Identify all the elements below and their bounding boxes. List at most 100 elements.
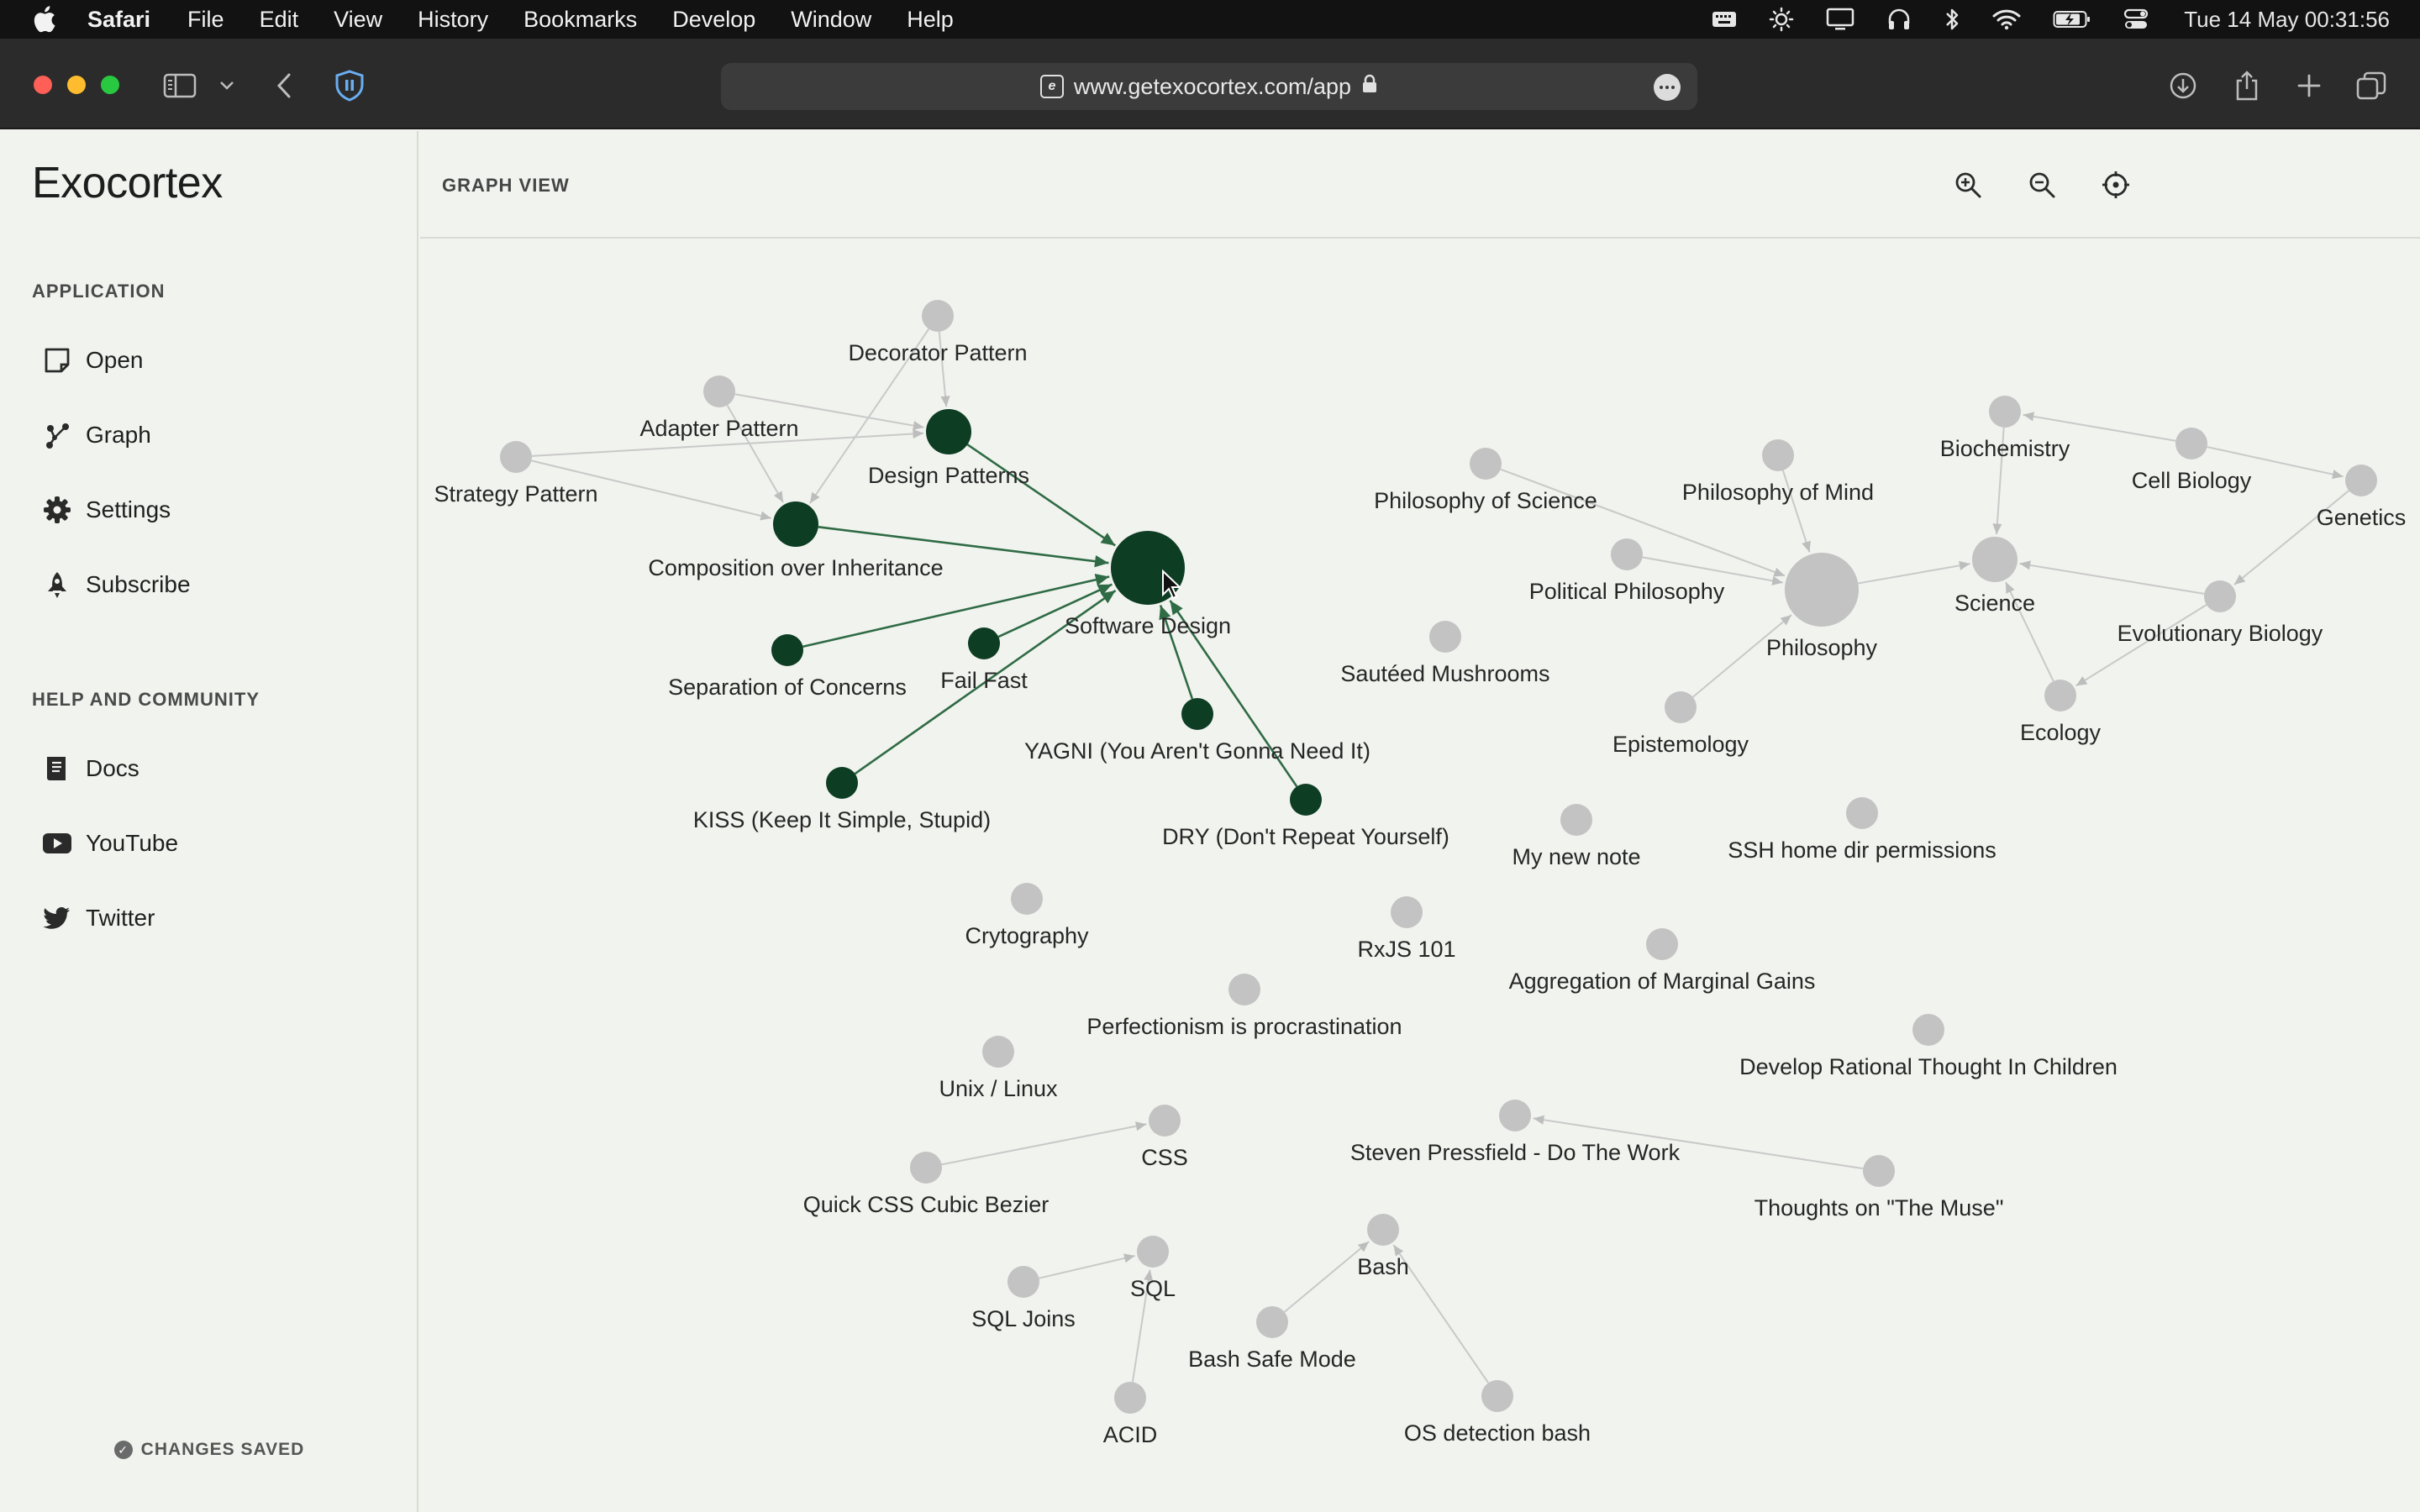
menu-file[interactable]: File [187, 7, 224, 33]
graph-node-circle[interactable] [2345, 465, 2377, 496]
graph-node-circle[interactable] [773, 501, 818, 547]
graph-node-label[interactable]: YAGNI (You Aren't Gonna Need It) [1024, 738, 1370, 764]
graph-node-label[interactable]: Crytography [965, 923, 1089, 948]
graph-node-label[interactable]: Quick CSS Cubic Bezier [803, 1192, 1050, 1217]
graph-node-composition[interactable]: Composition over Inheritance [648, 501, 944, 580]
menu-app-safari[interactable]: Safari [87, 7, 150, 33]
graph-node-quick-css[interactable]: Quick CSS Cubic Bezier [803, 1152, 1050, 1217]
graph-node-ecology[interactable]: Ecology [2020, 680, 2102, 745]
graph-node-label[interactable]: Aggregation of Marginal Gains [1509, 969, 1816, 994]
graph-node-circle[interactable] [1470, 448, 1502, 480]
graph-node-circle[interactable] [982, 1036, 1014, 1068]
graph-node-label[interactable]: Fail Fast [940, 668, 1028, 693]
graph-node-label[interactable]: Unix / Linux [939, 1076, 1058, 1101]
graph-node-circle[interactable] [1611, 538, 1643, 570]
graph-node-circle[interactable] [2175, 428, 2207, 459]
graph-node-circle[interactable] [1290, 784, 1322, 816]
graph-node-label[interactable]: Bash Safe Mode [1188, 1347, 1356, 1372]
graph-node-biochemistry[interactable]: Biochemistry [1940, 396, 2070, 461]
graph-node-label[interactable]: Ecology [2020, 720, 2102, 745]
downloads-icon[interactable] [2166, 69, 2200, 102]
zoom-out-button[interactable] [2022, 165, 2062, 205]
recenter-button[interactable] [2096, 165, 2136, 205]
graph-node-label[interactable]: Cell Biology [2132, 468, 2252, 493]
graph-node-circle[interactable] [771, 634, 803, 666]
graph-node-epistemology[interactable]: Epistemology [1612, 691, 1749, 757]
clock[interactable]: Tue 14 May 00:31:56 [2184, 7, 2390, 33]
sidebar-item-docs[interactable]: Docs [42, 746, 139, 791]
graph-node-circle[interactable] [1762, 439, 1794, 471]
graph-node-yagni[interactable]: YAGNI (You Aren't Gonna Need It) [1024, 698, 1370, 764]
back-arrow-icon[interactable] [271, 71, 297, 101]
graph-node-label[interactable]: Separation of Concerns [668, 675, 907, 700]
share-icon[interactable] [2230, 67, 2264, 104]
headphones-icon[interactable] [1886, 7, 1912, 32]
minimize-window-button[interactable] [67, 76, 86, 94]
graph-node-dry[interactable]: DRY (Don't Repeat Yourself) [1162, 784, 1449, 849]
url-text[interactable]: www.getexocortex.com/app [1074, 74, 1351, 100]
graph-node-label[interactable]: Biochemistry [1940, 436, 2070, 461]
graph-node-circle[interactable] [1989, 396, 2021, 428]
graph-node-label[interactable]: Political Philosophy [1529, 579, 1725, 604]
graph-node-label[interactable]: Strategy Pattern [434, 481, 597, 507]
brightness-icon[interactable] [1769, 7, 1794, 32]
graph-node-circle[interactable] [1149, 1105, 1181, 1137]
graph-node-kiss[interactable]: KISS (Keep It Simple, Stupid) [693, 767, 991, 832]
graph-node-label[interactable]: Genetics [2317, 505, 2407, 530]
address-bar[interactable]: e www.getexocortex.com/app [721, 63, 1697, 110]
graph-node-circle[interactable] [1846, 797, 1878, 829]
graph-node-acid[interactable]: ACID [1103, 1382, 1158, 1447]
graph-node-label[interactable]: Sautéed Mushrooms [1340, 661, 1549, 686]
menu-history[interactable]: History [418, 7, 488, 33]
graph-node-os-detection[interactable]: OS detection bash [1404, 1380, 1591, 1446]
graph-node-bash-safe-mode[interactable]: Bash Safe Mode [1188, 1306, 1356, 1372]
graph-node-label[interactable]: Science [1954, 591, 2035, 616]
graph-node-label[interactable]: Decorator Pattern [848, 340, 1027, 365]
graph-node-sql[interactable]: SQL [1130, 1236, 1176, 1301]
graph-node-evolutionary-biology[interactable]: Evolutionary Biology [2118, 580, 2323, 646]
menu-view[interactable]: View [334, 7, 382, 33]
graph-node-ssh-home[interactable]: SSH home dir permissions [1728, 797, 1996, 863]
graph-node-philosophy[interactable]: Philosophy [1766, 553, 1878, 660]
graph-node-perfectionism[interactable]: Perfectionism is procrastination [1086, 974, 1402, 1039]
graph-node-circle[interactable] [1367, 1214, 1399, 1246]
graph-node-circle[interactable] [1863, 1155, 1895, 1187]
graph-node-rxjs[interactable]: RxJS 101 [1357, 896, 1456, 962]
graph-node-label[interactable]: My new note [1512, 844, 1640, 869]
display-icon[interactable] [1826, 8, 1854, 31]
graph-node-circle[interactable] [2044, 680, 2076, 711]
graph-node-label[interactable]: Philosophy [1766, 635, 1878, 660]
graph-node-circle[interactable] [1256, 1306, 1288, 1338]
graph-node-bash[interactable]: Bash [1357, 1214, 1409, 1279]
sidebar-item-twitter[interactable]: Twitter [42, 895, 155, 941]
graph-node-circle[interactable] [1481, 1380, 1513, 1412]
graph-node-circle[interactable] [1007, 1266, 1039, 1298]
graph-node-political-philosophy[interactable]: Political Philosophy [1529, 538, 1725, 604]
graph-node-cell-biology[interactable]: Cell Biology [2132, 428, 2252, 493]
graph-node-crytography[interactable]: Crytography [965, 883, 1089, 948]
wifi-icon[interactable] [1992, 8, 2021, 30]
graph-node-label[interactable]: Bash [1357, 1254, 1409, 1279]
sidebar-item-graph[interactable]: Graph [42, 412, 151, 458]
graph-node-circle[interactable] [1560, 804, 1592, 836]
apple-icon[interactable] [0, 5, 87, 34]
graph-node-circle[interactable] [1181, 698, 1213, 730]
new-tab-icon[interactable] [2292, 69, 2326, 102]
graph-node-separation[interactable]: Separation of Concerns [668, 634, 907, 700]
menu-develop[interactable]: Develop [672, 7, 755, 33]
graph-node-label[interactable]: Composition over Inheritance [648, 555, 943, 580]
menu-bookmarks[interactable]: Bookmarks [523, 7, 637, 33]
graph-node-marginal-gains[interactable]: Aggregation of Marginal Gains [1509, 928, 1816, 994]
graph-node-circle[interactable] [826, 767, 858, 799]
graph-node-circle[interactable] [500, 441, 532, 473]
shield-extension-icon[interactable] [333, 69, 366, 102]
more-options-icon[interactable] [1654, 74, 1681, 101]
graph-node-circle[interactable] [1499, 1100, 1531, 1131]
graph-node-philosophy-science[interactable]: Philosophy of Science [1374, 448, 1597, 513]
graph-node-science[interactable]: Science [1954, 537, 2035, 616]
chevron-down-icon[interactable] [217, 76, 237, 96]
graph-node-circle[interactable] [1137, 1236, 1169, 1268]
graph-node-design-patterns[interactable]: Design Patterns [868, 409, 1029, 488]
graph-node-the-muse[interactable]: Thoughts on "The Muse" [1754, 1155, 2004, 1221]
graph-node-circle[interactable] [1228, 974, 1260, 1005]
